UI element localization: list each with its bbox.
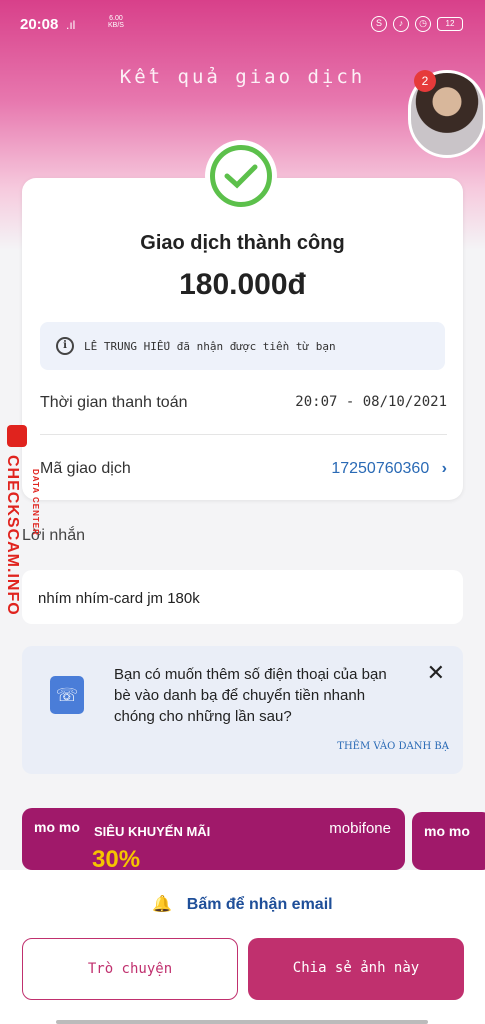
contact-book-icon: ☏: [50, 676, 84, 714]
success-check-icon: [205, 140, 277, 212]
bell-off-icon: ♪: [393, 16, 409, 32]
suggestion-text: Bạn có muốn thêm số điện thoại của bạn b…: [114, 666, 387, 725]
message-text: nhím nhím-card jm 180k: [22, 570, 463, 624]
lock-icon: [7, 425, 27, 447]
payment-time-label: Thời gian thanh toán: [40, 394, 188, 411]
checkmark-icon: [224, 164, 258, 189]
add-contact-link[interactable]: THÊM VÀO DANH BẠ: [337, 741, 449, 752]
battery-icon: 12: [437, 17, 463, 31]
info-icon: i: [56, 337, 74, 355]
page-title: Kết quả giao dịch: [119, 66, 366, 88]
shield-icon: S: [371, 16, 387, 32]
amount-text: 180.000đ: [179, 268, 306, 301]
momo-logo: mo mo: [34, 819, 80, 835]
network-speed: 6.00 KB/S: [108, 15, 124, 29]
alarm-icon: ◷: [415, 16, 431, 32]
status-icons: S ♪ ◷ 12: [371, 16, 463, 32]
recipient-info: i LÊ TRUNG HIẾU đã nhận được tiền từ bạn: [40, 322, 445, 370]
bottom-actions: 🔔 Bấm để nhận email Trò chuyện Chia sẻ ả…: [0, 870, 485, 1024]
promo-title: SIÊU KHUYẾN MÃI: [94, 824, 211, 839]
status-time: 20:08: [20, 16, 59, 33]
notification-badge: 2: [414, 70, 436, 92]
promo-banner-next[interactable]: mo mo: [412, 812, 485, 870]
add-contact-suggestion: ☏ Bạn có muốn thêm số điện thoại của bạn…: [22, 646, 463, 774]
payment-time-value: 20:07 - 08/10/2021: [295, 394, 447, 410]
speed-unit: KB/S: [108, 22, 124, 29]
check-circle: [210, 145, 272, 207]
success-text: Giao dịch thành công: [140, 232, 345, 254]
status-bar: 20:08 .ıl 6.00 KB/S S ♪ ◷ 12: [0, 8, 485, 38]
transaction-id-label: Mã giao dịch: [40, 460, 131, 477]
promo-percent: 30%: [92, 846, 141, 870]
payment-time-row: Thời gian thanh toán 20:07 - 08/10/2021: [40, 394, 447, 412]
promo-banner[interactable]: mo mo SIÊU KHUYẾN MÃI mobifone 30%: [22, 808, 405, 870]
chat-button[interactable]: Trò chuyện: [22, 938, 238, 1000]
mobifone-logo: mobifone: [329, 820, 391, 837]
recipient-info-text: LÊ TRUNG HIẾU đã nhận được tiền từ bạn: [84, 339, 336, 353]
email-receipt-link[interactable]: 🔔 Bấm để nhận email: [0, 894, 485, 914]
close-icon[interactable]: ✕: [427, 660, 445, 686]
share-image-button[interactable]: Chia sẻ ảnh này: [248, 938, 464, 1000]
transaction-id-row[interactable]: Mã giao dịch 17250760360 ›: [40, 460, 447, 478]
watermark-text: CHECKSCAM.INFO: [4, 455, 21, 616]
transaction-id-number: 17250760360: [331, 460, 430, 477]
chevron-right-icon: ›: [441, 460, 447, 477]
watermark: CHECKSCAM.INFO DATA CENTER: [3, 425, 40, 655]
signal-icon: .ıl: [66, 18, 76, 32]
divider: [40, 434, 447, 435]
transaction-id-value[interactable]: 17250760360 ›: [331, 460, 447, 478]
bell-icon: 🔔: [152, 896, 173, 913]
momo-logo: mo mo: [424, 823, 470, 839]
home-indicator: [56, 1020, 428, 1024]
watermark-subtext: DATA CENTER: [31, 469, 40, 536]
speed-value: 6.00: [109, 15, 123, 22]
email-receipt-text: Bấm để nhận email: [186, 896, 333, 913]
